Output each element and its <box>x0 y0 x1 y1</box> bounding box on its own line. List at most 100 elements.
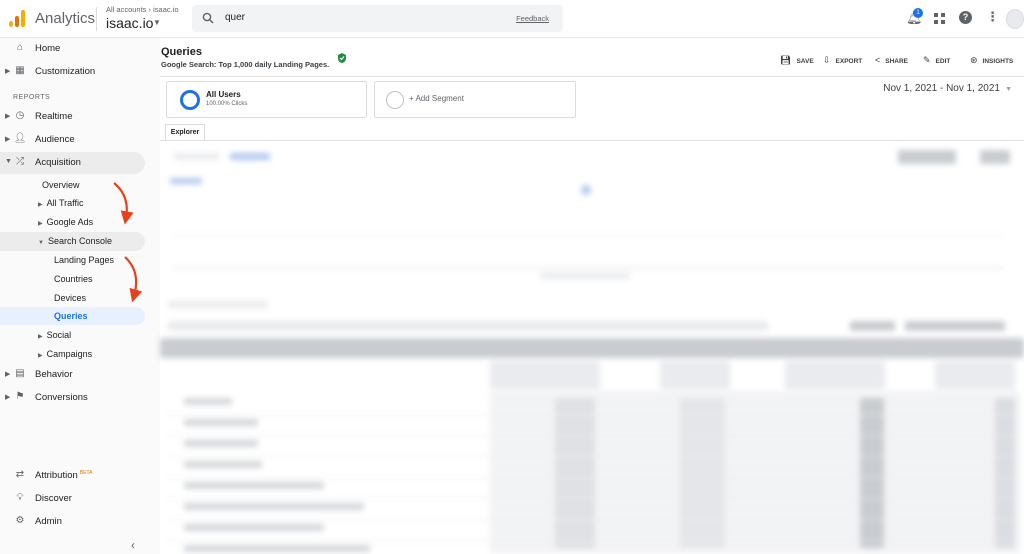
sidebar-item-google-ads[interactable]: ▶ Google Ads <box>38 217 93 227</box>
blurred-report-content <box>160 141 1024 554</box>
search-input[interactable]: quer <box>225 12 245 23</box>
sidebar-item-conversions[interactable]: ▶ ⚑ Conversions <box>0 387 145 409</box>
caret-right-icon: ▶ <box>5 136 11 143</box>
flag-icon: ⚑ <box>15 391 25 402</box>
more-vert-icon[interactable]: ⋮ <box>986 9 999 25</box>
sidebar-item-realtime[interactable]: ▶ ◷ Realtime <box>0 106 145 128</box>
lightbulb-icon: 💡︎ <box>16 492 24 503</box>
sidebar-item-overview[interactable]: Overview <box>42 180 80 190</box>
caret-right-icon: ▶ <box>38 202 43 208</box>
empty-circle-icon <box>386 91 404 109</box>
sidebar-item-all-traffic[interactable]: ▶ All Traffic <box>38 198 83 208</box>
top-bar: Analytics All accounts › isaac.io isaac.… <box>0 0 1024 38</box>
avatar[interactable] <box>1006 9 1024 29</box>
sidebar-item-countries[interactable]: Countries <box>54 274 93 284</box>
blurred-column <box>540 361 600 389</box>
behavior-icon: ▤ <box>15 368 25 379</box>
caret-right-icon: ▶ <box>38 221 43 227</box>
sidebar-item-behavior[interactable]: ▶ ▤ Behavior <box>0 364 145 386</box>
blurred-table-header <box>160 338 1024 358</box>
row-divider <box>166 414 1016 415</box>
home-icon: ⌂ <box>16 42 24 53</box>
blurred-row <box>184 398 232 405</box>
sidebar-item-landing-pages[interactable]: Landing Pages <box>54 255 114 265</box>
caret-right-icon: ▶ <box>5 68 11 75</box>
segment-circle-icon <box>180 90 200 110</box>
blurred-point <box>581 185 591 195</box>
apps-grid-icon[interactable] <box>934 13 945 24</box>
collapse-sidebar-icon[interactable]: ‹ <box>131 538 135 552</box>
gear-icon: ⚙ <box>15 515 25 526</box>
search-box[interactable]: quer Feedback <box>192 5 563 32</box>
share-button[interactable]: < SHARE <box>875 55 908 65</box>
tab-explorer[interactable]: Explorer <box>165 124 205 141</box>
edit-icon: ✎ <box>923 55 931 65</box>
divider <box>96 7 97 31</box>
blurred-gridline <box>174 235 1004 236</box>
blurred-buttons <box>980 150 1010 164</box>
blurred-row <box>184 440 258 447</box>
sidebar-item-social[interactable]: ▶ Social <box>38 330 71 340</box>
blurred-link <box>230 153 270 160</box>
account-breadcrumb[interactable]: All accounts › isaac.io <box>106 5 179 14</box>
caret-right-icon: ▶ <box>5 113 11 120</box>
blurred-row <box>184 545 370 552</box>
sidebar-item-customization[interactable]: ▶ ▦ Customization <box>0 61 145 83</box>
row-divider <box>166 519 1016 520</box>
edit-button[interactable]: ✎ EDIT <box>923 55 950 66</box>
save-icon: 💾︎ <box>780 55 792 65</box>
sidebar-item-queries[interactable]: Queries <box>54 311 88 321</box>
attribution-icon: ⇄ <box>15 469 25 480</box>
sidebar-item-admin[interactable]: ⚙ Admin <box>0 511 145 533</box>
insights-icon: ⊛ <box>970 55 978 65</box>
app-name: Analytics <box>35 10 96 27</box>
dashboard-icon: ▦ <box>15 65 25 76</box>
feedback-link[interactable]: Feedback <box>516 14 549 23</box>
row-divider <box>166 477 1016 478</box>
sidebar-item-acquisition[interactable]: ▼ ⤮ Acquisition <box>0 152 145 174</box>
chevron-down-icon[interactable]: ▼ <box>1005 86 1012 93</box>
blurred-row <box>184 524 324 531</box>
analytics-logo-icon[interactable] <box>9 10 26 27</box>
help-icon[interactable]: ? <box>959 11 972 24</box>
beta-badge: BETA <box>79 470 93 476</box>
divider <box>160 76 1024 77</box>
blurred-column <box>660 361 730 389</box>
save-button[interactable]: 💾︎ SAVE <box>780 55 814 66</box>
sidebar-item-discover[interactable]: 💡︎ Discover <box>0 488 145 510</box>
account-selector[interactable]: isaac.io <box>106 15 153 31</box>
blurred-buttons <box>850 321 895 331</box>
sidebar-item-home[interactable]: ⌂ Home <box>0 38 145 60</box>
export-button[interactable]: ⇩ EXPORT <box>823 55 862 66</box>
segment-name: All Users <box>206 90 241 99</box>
segment-meta: 100.00% Clicks <box>206 101 248 107</box>
segment-all-users[interactable]: All Users 100.00% Clicks <box>166 81 367 118</box>
reports-heading: REPORTS <box>13 94 51 101</box>
blurred-values <box>555 398 595 548</box>
blurred-row <box>184 503 364 510</box>
blurred-values <box>995 398 1015 548</box>
sidebar: ⌂ Home ▶ ▦ Customization REPORTS ▶ ◷ Rea… <box>0 38 160 554</box>
insights-button[interactable]: ⊛ INSIGHTS <box>970 55 1013 66</box>
row-divider <box>166 498 1016 499</box>
verified-check-icon <box>338 53 346 63</box>
sidebar-item-attribution[interactable]: ⇄ Attribution BETA <box>0 465 145 487</box>
row-divider <box>166 540 1016 541</box>
blurred-row <box>184 482 324 489</box>
date-range-picker[interactable]: Nov 1, 2021 - Nov 1, 2021 <box>883 83 1000 94</box>
blurred-column <box>935 361 1015 389</box>
sidebar-item-audience[interactable]: ▶ 👤︎ Audience <box>0 129 145 151</box>
sidebar-item-campaigns[interactable]: ▶ Campaigns <box>38 349 92 359</box>
sidebar-item-devices[interactable]: Devices <box>54 293 86 303</box>
sidebar-item-search-console[interactable]: ▼ Search Console <box>38 236 112 246</box>
caret-right-icon: ▶ <box>5 394 11 401</box>
share-icon: < <box>875 55 881 65</box>
chevron-down-icon[interactable]: ▼ <box>153 18 161 27</box>
caret-down-icon: ▼ <box>38 240 44 246</box>
row-divider <box>166 435 1016 436</box>
blurred-column <box>785 361 885 389</box>
caret-right-icon: ▶ <box>5 371 11 378</box>
blurred-gridline <box>174 267 1004 269</box>
add-segment-button[interactable]: + Add Segment <box>374 81 576 118</box>
blurred-buttons <box>905 321 1005 331</box>
